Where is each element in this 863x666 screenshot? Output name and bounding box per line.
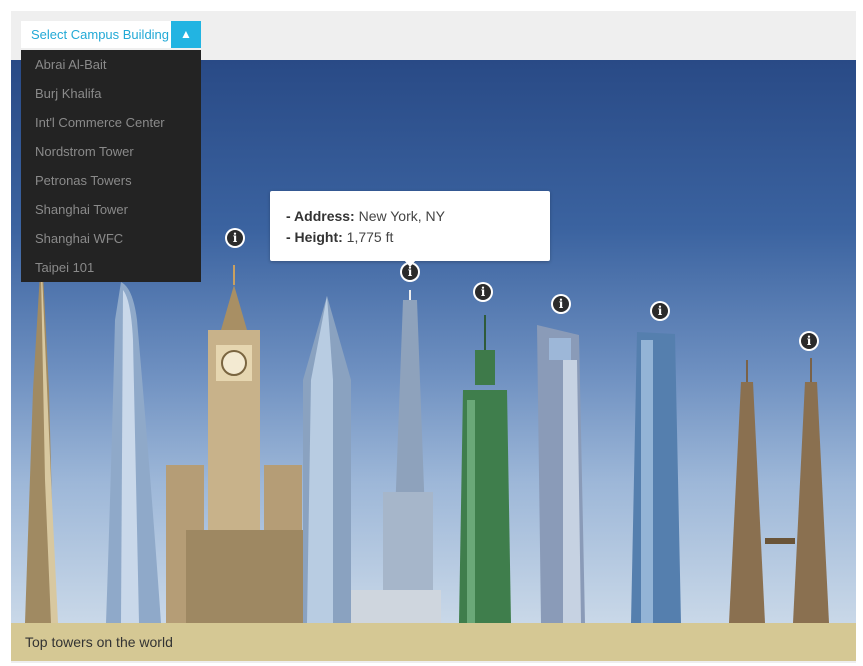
- tooltip-height-value: 1,775 ft: [346, 229, 394, 245]
- nordstrom-tower: [351, 290, 441, 623]
- menu-item-nordstrom-tower[interactable]: Nordstrom Tower: [21, 137, 201, 166]
- tooltip-address-value: New York, NY: [358, 208, 445, 224]
- info-marker-taipei-101[interactable]: i: [473, 282, 493, 302]
- tooltip-height-label: - Height:: [286, 229, 343, 245]
- icc-tower: [303, 296, 351, 623]
- menu-item-shanghai-wfc[interactable]: Shanghai WFC: [21, 224, 201, 253]
- info-marker-abraj-al-bait[interactable]: i: [225, 228, 245, 248]
- taipei-101-tower: [459, 315, 511, 623]
- menu-item-intl-commerce-center[interactable]: Int'l Commerce Center: [21, 108, 201, 137]
- campus-building-select[interactable]: Select Campus Building ▲: [21, 21, 201, 48]
- tooltip-arrow: [404, 260, 416, 267]
- burj-khalifa-tower: [25, 250, 58, 623]
- tooltip-height-row: - Height: 1,775 ft: [286, 227, 550, 248]
- info-icon: i: [652, 303, 668, 319]
- menu-item-petronas-towers[interactable]: Petronas Towers: [21, 166, 201, 195]
- tooltip-address-label: - Address:: [286, 208, 355, 224]
- info-marker-shanghai-wfc[interactable]: i: [551, 294, 571, 314]
- info-marker-petronas[interactable]: i: [799, 331, 819, 351]
- hong-kong-icc-tower: [631, 332, 681, 623]
- campus-building-menu: Abrai Al-Bait Burj Khalifa Int'l Commerc…: [21, 50, 201, 282]
- building-tooltip: - Address: New York, NY - Height: 1,775 …: [270, 191, 550, 261]
- shanghai-tower: [106, 282, 161, 623]
- dropdown-toggle-button[interactable]: ▲: [171, 21, 201, 48]
- info-marker-hong-kong-icc[interactable]: i: [650, 301, 670, 321]
- menu-item-burj-khalifa[interactable]: Burj Khalifa: [21, 79, 201, 108]
- abraj-al-bait-tower: [166, 265, 316, 623]
- menu-item-shanghai-tower[interactable]: Shanghai Tower: [21, 195, 201, 224]
- info-icon: i: [475, 284, 491, 300]
- campus-building-select-label[interactable]: Select Campus Building: [21, 21, 171, 48]
- menu-item-abrai-al-bait[interactable]: Abrai Al-Bait: [21, 50, 201, 79]
- image-caption: Top towers on the world: [11, 623, 856, 661]
- info-icon: i: [227, 230, 243, 246]
- chevron-up-icon: ▲: [180, 27, 192, 41]
- info-icon: i: [553, 296, 569, 312]
- petronas-towers: [729, 358, 829, 623]
- tooltip-address-row: - Address: New York, NY: [286, 206, 550, 227]
- shanghai-wfc-tower: [537, 325, 585, 623]
- info-icon: i: [801, 333, 817, 349]
- menu-item-taipei-101[interactable]: Taipei 101: [21, 253, 201, 282]
